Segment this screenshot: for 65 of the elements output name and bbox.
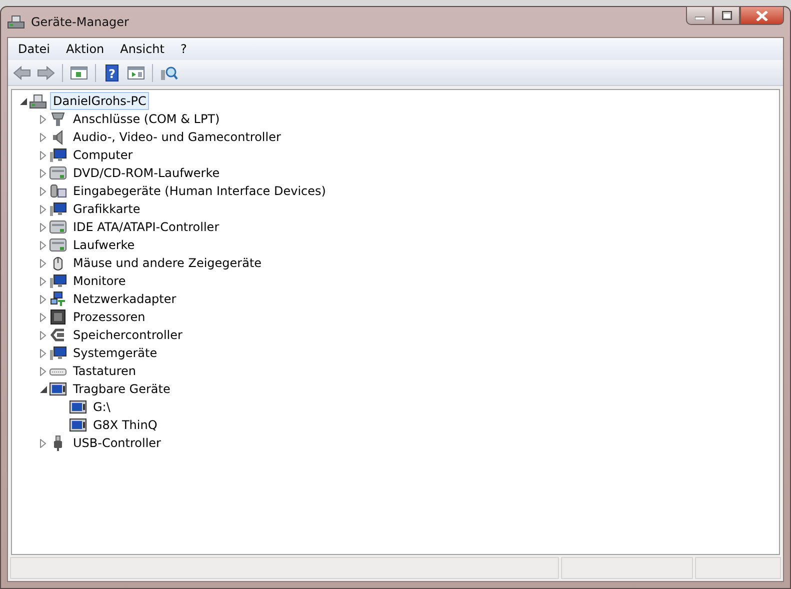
- maximize-button[interactable]: [713, 6, 740, 25]
- tree-item[interactable]: Mäuse und andere Zeigegeräte: [70, 254, 265, 272]
- expand-arrow-icon[interactable]: [38, 348, 48, 358]
- close-button[interactable]: [740, 6, 784, 25]
- drive-icon: [49, 237, 67, 253]
- expand-arrow-icon[interactable]: [38, 186, 48, 196]
- monitor-icon: [49, 273, 67, 289]
- close-icon: [756, 10, 768, 20]
- tree-item[interactable]: Audio-, Video- und Gamecontroller: [70, 128, 284, 146]
- portable-device-icon: [69, 417, 87, 433]
- tree-item[interactable]: Monitore: [70, 272, 129, 290]
- expand-arrow-icon[interactable]: [38, 366, 48, 376]
- expand-arrow-icon[interactable]: [38, 132, 48, 142]
- port-icon: [49, 111, 67, 127]
- monitor-icon: [49, 345, 67, 361]
- expand-arrow-icon[interactable]: [38, 168, 48, 178]
- portable-device-icon: [69, 399, 87, 415]
- tree-item[interactable]: DVD/CD-ROM-Laufwerke: [70, 164, 223, 182]
- expand-arrow-icon[interactable]: [38, 240, 48, 250]
- menu-item[interactable]: Ansicht: [112, 40, 172, 58]
- tree-item[interactable]: Anschlüsse (COM & LPT): [70, 110, 223, 128]
- drive-icon: [49, 219, 67, 235]
- menu-item[interactable]: ?: [172, 40, 195, 58]
- tree-item[interactable]: Tragbare Geräte: [70, 380, 174, 398]
- tree-item[interactable]: Grafikkarte: [70, 200, 144, 218]
- expand-arrow-icon[interactable]: [38, 258, 48, 268]
- window-title: Geräte-Manager: [31, 15, 129, 29]
- collapse-arrow-icon[interactable]: [38, 384, 48, 394]
- drive-icon: [49, 165, 67, 181]
- tree-item[interactable]: Systemgeräte: [70, 344, 160, 362]
- menu-item[interactable]: Aktion: [58, 40, 112, 58]
- tree-item[interactable]: Prozessoren: [70, 308, 148, 326]
- expand-arrow-icon[interactable]: [38, 114, 48, 124]
- expand-arrow-icon[interactable]: [38, 330, 48, 340]
- maximize-icon: [722, 11, 732, 20]
- minimize-button[interactable]: [686, 6, 713, 25]
- chip-icon: [49, 309, 67, 325]
- expand-arrow-icon[interactable]: [38, 150, 48, 160]
- portable-device-icon: [49, 381, 67, 397]
- menu-item[interactable]: Datei: [10, 40, 58, 58]
- monitor-icon: [49, 201, 67, 217]
- expand-arrow-icon[interactable]: [38, 438, 48, 448]
- tree-item[interactable]: Laufwerke: [70, 236, 138, 254]
- tree-item[interactable]: G:\: [90, 398, 114, 416]
- tree-item[interactable]: USB-Controller: [70, 434, 164, 452]
- tree-item[interactable]: Speichercontroller: [70, 326, 186, 344]
- tree-item[interactable]: Computer: [70, 146, 136, 164]
- tree-item[interactable]: Netzwerkadapter: [70, 290, 180, 308]
- network-icon: [49, 291, 67, 307]
- tree-item[interactable]: Eingabegeräte (Human Interface Devices): [70, 182, 329, 200]
- tree-item[interactable]: Tastaturen: [70, 362, 139, 380]
- monitor-icon: [49, 147, 67, 163]
- expand-arrow-icon[interactable]: [38, 204, 48, 214]
- collapse-arrow-icon[interactable]: [18, 96, 28, 106]
- expand-arrow-icon[interactable]: [38, 222, 48, 232]
- expand-arrow-icon[interactable]: [38, 294, 48, 304]
- computer-icon: [29, 93, 47, 109]
- tree-item[interactable]: G8X ThinQ: [90, 416, 160, 434]
- input-device-icon: [49, 183, 67, 199]
- device-manager-icon: [7, 14, 25, 30]
- expand-arrow-icon[interactable]: [38, 312, 48, 322]
- tree-item[interactable]: DanielGrohs-PC: [50, 92, 150, 110]
- memory-controller-icon: [49, 327, 67, 343]
- expand-arrow-icon[interactable]: [38, 276, 48, 286]
- tree-item[interactable]: IDE ATA/ATAPI-Controller: [70, 218, 222, 236]
